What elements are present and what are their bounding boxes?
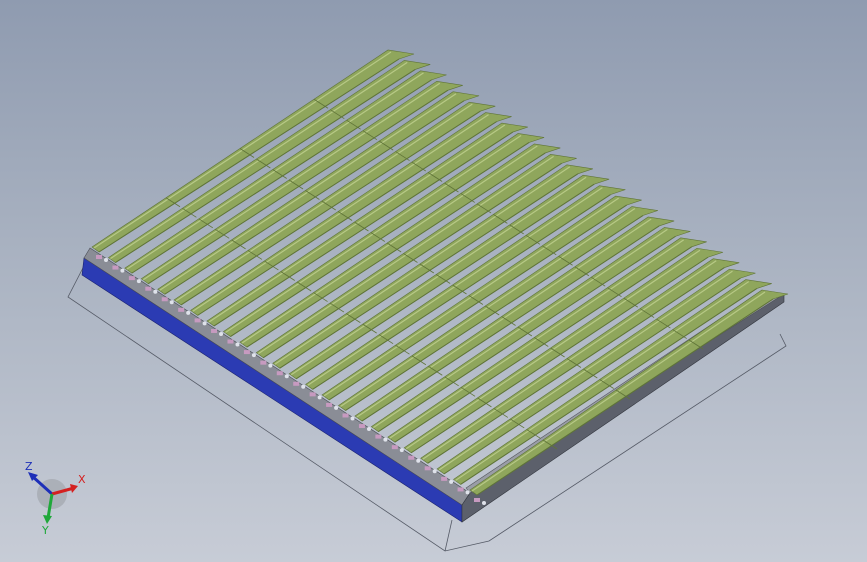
frame-bolt [301,384,306,389]
x-axis-arrow-icon [70,484,78,493]
frame-bracket [194,318,201,323]
frame-bracket [96,255,102,259]
frame-bolt [136,279,141,284]
frame-bolt [284,374,289,379]
y-axis-label: Y [41,524,49,537]
frame-bolt [120,268,125,273]
frame-bolt [432,469,437,474]
frame-bolt [383,437,388,442]
frame-bracket [474,498,480,502]
frame-bolt [219,331,224,336]
frame-bracket [375,434,382,439]
frame-bolt [416,458,421,463]
frame-bracket [342,413,349,418]
frame-bolt [482,501,486,505]
frame-bracket [243,350,250,355]
x-axis-label: X [78,473,86,486]
frame-bracket [309,392,316,397]
frame-bolt [399,448,404,453]
frame-bolt [366,427,371,432]
axis-triad[interactable]: Z X Y [18,458,98,538]
frame-bolt [465,490,470,495]
frame-bracket [161,297,168,302]
frame-bracket [211,328,218,333]
frame-bracket [408,455,415,460]
frame-bolt [169,300,174,305]
frame-bracket [145,286,152,291]
frame-bolt [153,289,158,294]
frame-bolt [235,342,240,347]
frame-bracket [326,402,333,407]
frame-top-face [83,247,471,506]
frame-bracket [128,276,135,281]
graphics-viewport[interactable]: Z X Y [0,0,867,562]
rail-group [91,49,789,496]
frame-bolt [202,321,207,326]
frame-bracket [424,466,431,471]
frame-bolt [350,416,355,421]
frame-bolt [334,405,339,410]
frame-bracket [441,476,448,481]
frame-bolt [251,353,256,358]
frame-bolt [268,363,273,368]
frame-bolt [104,258,108,262]
frame-bracket [227,339,234,344]
frame-bracket [457,487,464,492]
frame-bolt [186,310,191,315]
frame-bolt [449,479,454,484]
frame-bracket [293,381,300,386]
y-axis-arrow-icon [43,515,52,524]
frame-bracket [391,445,398,450]
model-scene[interactable] [0,0,867,562]
frame-bracket [276,371,283,376]
frame-bracket [358,424,365,429]
z-axis-label: Z [25,460,33,473]
frame-bracket [112,265,119,270]
frame-bolt [317,395,322,400]
frame-bracket [260,360,267,365]
frame-bracket [178,307,185,312]
